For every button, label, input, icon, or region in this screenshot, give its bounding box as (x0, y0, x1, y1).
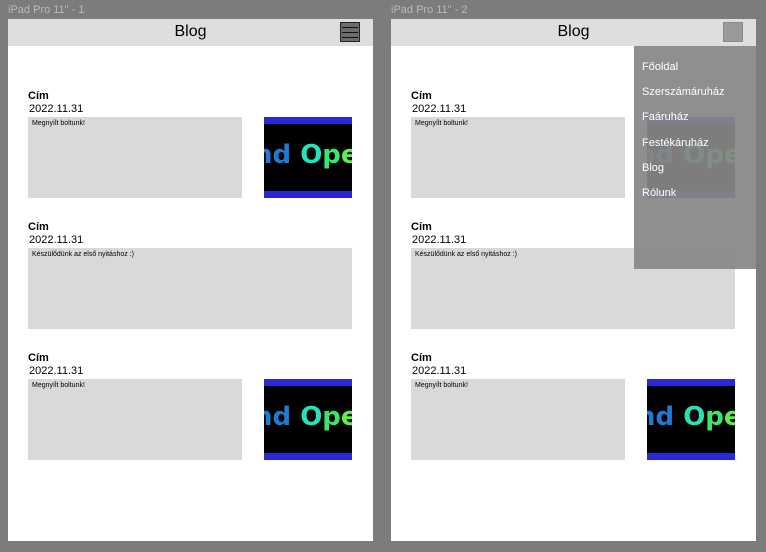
post-title: Cím (411, 90, 432, 102)
ipad-frame-2: Blog Cím 2022.11.31 Megnyílt boltunk! nd… (391, 19, 756, 541)
image-text-part: O (683, 402, 706, 432)
app-header: Blog (391, 19, 756, 46)
post-text-box: Megnyílt boltunk! (28, 379, 242, 460)
nav-item-rolunk[interactable]: Rólunk (642, 187, 676, 199)
post-title: Cím (28, 90, 49, 102)
post-title: Cím (28, 221, 49, 233)
post-text: Megnyílt boltunk! (415, 382, 468, 389)
nav-item-festekaruhaz[interactable]: Festékáruház (642, 137, 709, 149)
post-image-text: nd Ope (264, 140, 352, 170)
frame-label-2: iPad Pro 11" - 2 (391, 4, 468, 16)
image-text-part: p (322, 402, 341, 432)
post-image: nd Ope (264, 379, 352, 460)
app-header: Blog (8, 19, 373, 46)
image-text-part: e (340, 140, 352, 170)
ipad-frame-1: Blog Cím 2022.11.31 Megnyílt boltunk! nd… (8, 19, 373, 541)
post-title: Cím (411, 221, 432, 233)
hamburger-menu-icon[interactable] (340, 22, 360, 42)
image-text-part: p (322, 140, 341, 170)
post-text: Megnyílt boltunk! (32, 120, 85, 127)
post-image-text: nd Ope (264, 402, 352, 432)
page-title: Blog (174, 23, 207, 40)
post-image-text: nd Ope (647, 402, 735, 432)
image-text-part: p (705, 402, 724, 432)
post-text: Megnyílt boltunk! (415, 120, 468, 127)
image-text-part: e (340, 402, 352, 432)
post-image: nd Ope (647, 379, 735, 460)
post-date: 2022.11.31 (412, 234, 467, 246)
image-text-part: O (300, 402, 323, 432)
post-text: Készülődünk az első nyitáshoz :) (32, 251, 134, 258)
image-text-part: e (723, 402, 735, 432)
nav-item-fooldal[interactable]: Főoldal (642, 61, 678, 73)
post-text-box: Megnyílt boltunk! (411, 379, 625, 460)
post-title: Cím (28, 352, 49, 364)
post-text: Készülődünk az első nyitáshoz :) (415, 251, 517, 258)
post-text-box: Megnyílt boltunk! (411, 117, 625, 198)
image-text-part: nd (264, 402, 292, 432)
frame-label-1: iPad Pro 11" - 1 (8, 4, 85, 16)
post-title: Cím (411, 352, 432, 364)
page-title: Blog (557, 23, 590, 40)
nav-item-blog[interactable]: Blog (642, 162, 664, 174)
post-date: 2022.11.31 (29, 234, 84, 246)
post-image: nd Ope (264, 117, 352, 198)
image-text-part: O (300, 140, 323, 170)
nav-menu-overlay: Főoldal Szerszámáruház Faáruház Festékár… (634, 46, 756, 269)
post-text-box: Megnyílt boltunk! (28, 117, 242, 198)
post-date: 2022.11.31 (412, 365, 467, 377)
post-text-box: Készülődünk az első nyitáshoz :) (28, 248, 352, 329)
post-text: Megnyílt boltunk! (32, 382, 85, 389)
image-text-part: nd (647, 402, 675, 432)
nav-item-faaruhaz[interactable]: Faáruház (642, 111, 688, 123)
nav-item-szerszamaruhaz[interactable]: Szerszámáruház (642, 86, 725, 98)
post-date: 2022.11.31 (412, 103, 467, 115)
post-date: 2022.11.31 (29, 103, 84, 115)
image-text-part: nd (264, 140, 292, 170)
post-date: 2022.11.31 (29, 365, 84, 377)
hamburger-menu-icon[interactable] (723, 22, 743, 42)
